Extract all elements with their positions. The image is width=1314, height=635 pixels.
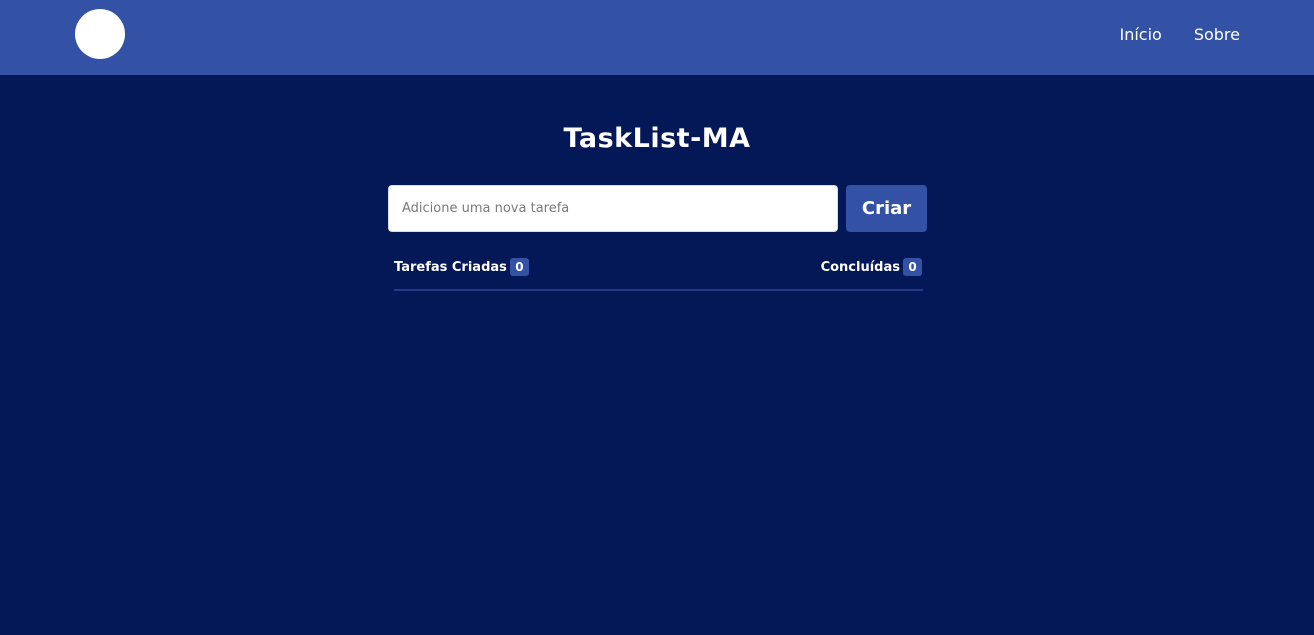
- create-task-button[interactable]: Criar: [846, 185, 927, 232]
- completed-tasks-counter: Concluídas 0: [821, 258, 922, 276]
- page-title: TaskList-MA: [563, 123, 751, 154]
- created-tasks-label: Tarefas Criadas: [394, 259, 507, 275]
- created-tasks-counter: Tarefas Criadas 0: [394, 258, 529, 276]
- main-content: TaskList-MA Criar Tarefas Criadas 0 Conc…: [0, 75, 1314, 635]
- new-task-input[interactable]: [388, 185, 838, 232]
- completed-tasks-label: Concluídas: [820, 259, 900, 275]
- completed-tasks-badge: 0: [903, 258, 922, 276]
- created-tasks-badge: 0: [509, 258, 529, 276]
- nav-menu: Início Sobre: [1119, 0, 1240, 69]
- task-counters: Tarefas Criadas 0 Concluídas 0: [394, 257, 922, 277]
- divider: [394, 289, 923, 291]
- header: Início Sobre: [0, 0, 1314, 75]
- nav-link-sobre[interactable]: Sobre: [1194, 25, 1240, 44]
- nav-link-inicio[interactable]: Início: [1119, 25, 1161, 44]
- logo[interactable]: [75, 9, 125, 59]
